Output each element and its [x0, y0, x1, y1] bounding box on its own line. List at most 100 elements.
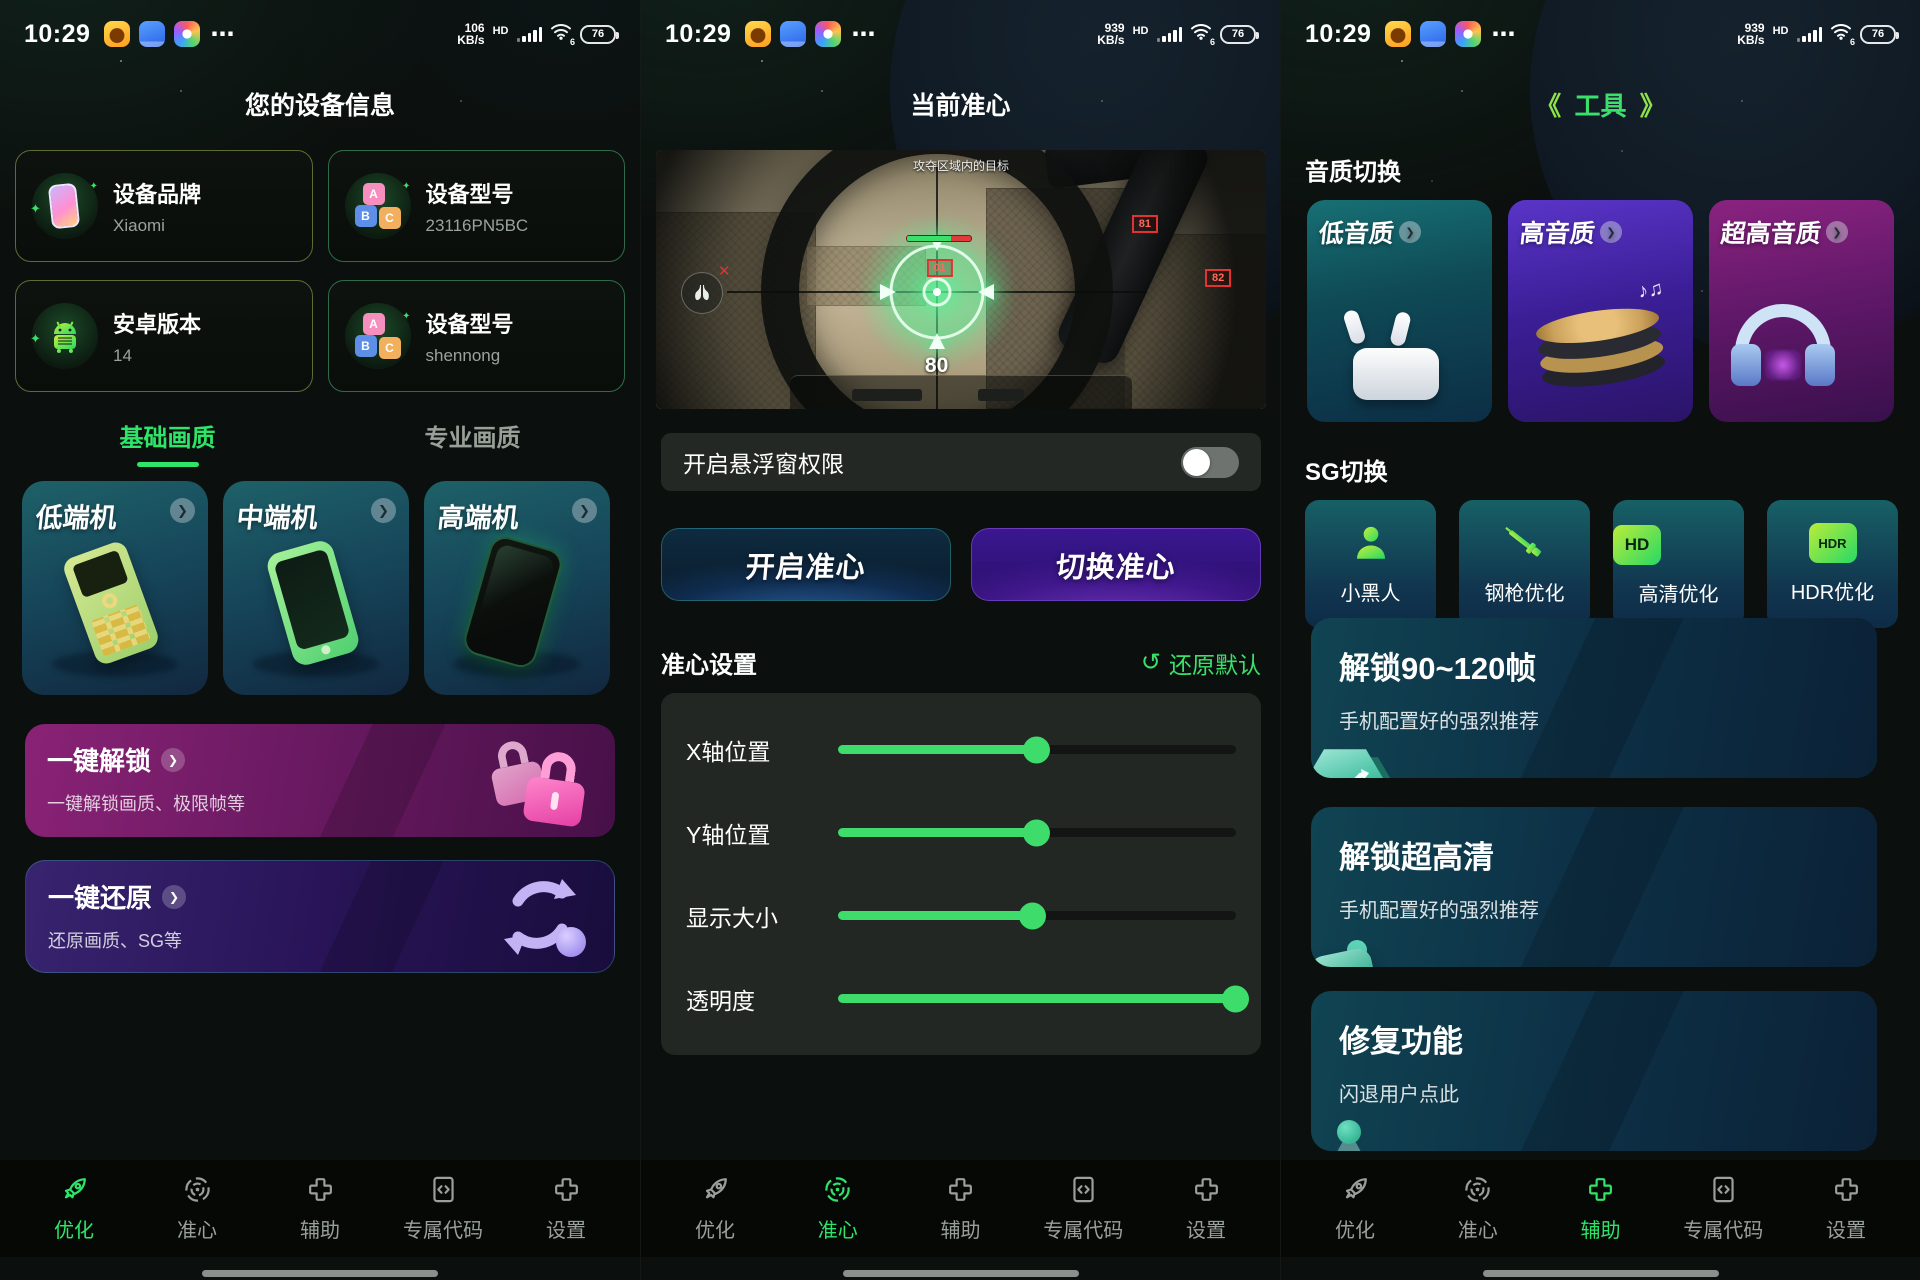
nav-exclusive-code[interactable]: 专属代码 [391, 1160, 495, 1257]
network-speed: 939 KB/s [1097, 22, 1124, 46]
unlock-fps-banner[interactable]: 解锁90~120帧 手机配置好的强烈推荐 [1311, 618, 1877, 778]
audio-section-title: 音质切换 [1305, 152, 1401, 187]
display-size-slider[interactable] [838, 911, 1236, 920]
nav-settings[interactable]: 设置 [1794, 1160, 1898, 1257]
tile-hdr-optimize[interactable]: HDR HDR优化 [1767, 500, 1898, 628]
device-brand-card: ✦ ✦ 设备品牌 Xiaomi [15, 150, 313, 262]
crosshair-preview-image: 攻夺区域内的目标 01 81 82 80 ✕ [656, 150, 1266, 409]
settings-cross-icon [1191, 1174, 1222, 1205]
unlock-uhd-banner[interactable]: 解锁超高清 手机配置好的强烈推荐 [1311, 807, 1877, 967]
tab-basic-quality[interactable]: 基础画质 [15, 418, 320, 467]
nav-settings[interactable]: 设置 [1154, 1160, 1258, 1257]
battery-indicator: 76 [1860, 25, 1896, 44]
battery-indicator: 76 [1220, 25, 1256, 44]
tile-rifle-optimize[interactable]: 钢枪优化 [1459, 500, 1590, 628]
flagship-phone-art [461, 533, 566, 671]
more-notifications-icon: ⋯ [210, 20, 235, 49]
status-bar: 10:29 ⋯ 939 KB/s HD 6 76 [1281, 12, 1920, 56]
device-codename-card: A B C ✦ 设备型号 shennong [328, 280, 626, 392]
wifi-icon: 6 [1830, 23, 1852, 45]
signal-bars-icon [517, 26, 543, 42]
tier-card-low[interactable]: 低端机 ❯ [22, 481, 208, 695]
left-bracket-icon: 《 [1535, 91, 1561, 121]
restore-default-button[interactable]: ↺ 还原默认 [1141, 646, 1261, 680]
audio-quality-cards: 低音质 ❯ 高音质 ❯ ♪♫ 超高音质 [1307, 200, 1894, 422]
one-key-unlock-banner[interactable]: 一键解锁 ❯ 一键解锁画质、极限帧等 [25, 724, 615, 837]
repair-banner[interactable]: 修复功能 闪退用户点此 [1311, 991, 1877, 1151]
blue-app-icon [780, 21, 806, 47]
enemy-healthbar [906, 235, 972, 242]
screen-tools: 10:29 ⋯ 939 KB/s HD 6 76 [1280, 0, 1920, 1280]
tile-black-figure[interactable]: 小黑人 [1305, 500, 1436, 628]
nav-exclusive-code[interactable]: 专属代码 [1031, 1160, 1135, 1257]
refresh-arrows-icon [492, 871, 588, 963]
chevron-right-icon: ❯ [1399, 221, 1421, 243]
nav-settings[interactable]: 设置 [514, 1160, 618, 1257]
car-app-icon [745, 21, 771, 47]
device-info-grid: ✦ ✦ 设备品牌 Xiaomi A B C ✦ [15, 150, 625, 392]
nav-exclusive-code[interactable]: 专属代码 [1671, 1160, 1775, 1257]
sg-tiles: 小黑人 钢枪优化 HD 高清优化 HDR HDR优化 [1305, 500, 1898, 628]
hd-volte-icon: HD [493, 25, 509, 37]
home-indicator[interactable] [202, 1270, 438, 1277]
float-permission-toggle[interactable] [1181, 447, 1239, 478]
sg-section-title: SG切换 [1305, 452, 1388, 487]
home-indicator[interactable] [1483, 1270, 1719, 1277]
audio-card-ultra[interactable]: 超高音质 ❯ [1709, 200, 1894, 422]
hd-volte-icon: HD [1133, 25, 1149, 37]
wifi6-label: 6 [570, 37, 575, 47]
audio-card-low[interactable]: 低音质 ❯ [1307, 200, 1492, 422]
nav-optimize[interactable]: 优化 [663, 1160, 767, 1257]
screen-crosshair: 10:29 ⋯ 939 KB/s HD 6 76 当前 [640, 0, 1280, 1280]
nav-optimize[interactable]: 优化 [1303, 1160, 1407, 1257]
opacity-slider[interactable] [838, 994, 1236, 1003]
enable-crosshair-button[interactable]: 开启准心 [661, 528, 951, 601]
game-hud-bar [790, 375, 1132, 409]
switch-crosshair-button[interactable]: 切换准心 [971, 528, 1261, 601]
status-bar: 10:29 ⋯ 106 KB/s HD 6 76 [0, 12, 640, 56]
nav-crosshair[interactable]: 准心 [145, 1160, 249, 1257]
sparkle-icon: ✦ [30, 201, 41, 217]
settings-cross-icon [1831, 1174, 1862, 1205]
chevron-right-icon: ❯ [161, 748, 185, 772]
nav-assist[interactable]: 辅助 [909, 1160, 1013, 1257]
x-position-slider[interactable] [838, 745, 1236, 754]
audio-card-high[interactable]: 高音质 ❯ ♪♫ [1508, 200, 1693, 422]
wifi6-label: 6 [1210, 37, 1215, 47]
nav-assist[interactable]: 辅助 [1549, 1160, 1653, 1257]
rocket-icon [1340, 1174, 1371, 1205]
enemy-marker: 01 [927, 259, 953, 277]
tile-hd-optimize[interactable]: HD 高清优化 [1613, 500, 1744, 628]
chevron-right-icon: ❯ [1826, 221, 1848, 243]
nav-assist[interactable]: 辅助 [268, 1160, 372, 1257]
slider-row-y: Y轴位置 [661, 791, 1261, 874]
speed-unit: KB/s [1737, 34, 1764, 46]
nav-crosshair[interactable]: 准心 [786, 1160, 890, 1257]
bottom-nav: 优化 准心 辅助 专属代码 设置 [641, 1160, 1280, 1257]
tier-card-mid[interactable]: 中端机 ❯ [223, 481, 409, 695]
notification-icons [745, 21, 841, 47]
device-tier-cards: 低端机 ❯ 中端机 ❯ 高端机 ❯ [22, 481, 610, 695]
hexagon-trend-icon [1311, 747, 1395, 778]
tier-card-high[interactable]: 高端机 ❯ [424, 481, 610, 695]
device-card-value: shennong [426, 346, 514, 366]
sparkle-icon: ✦ [90, 181, 98, 192]
nav-crosshair[interactable]: 准心 [1426, 1160, 1530, 1257]
swirl-app-icon [815, 21, 841, 47]
blue-app-icon [139, 21, 165, 47]
tab-pro-quality[interactable]: 专业画质 [320, 418, 625, 467]
code-doc-icon [428, 1174, 459, 1205]
crosshair-icon [1462, 1174, 1493, 1205]
home-indicator[interactable] [843, 1270, 1079, 1277]
status-bar: 10:29 ⋯ 939 KB/s HD 6 76 [641, 12, 1280, 56]
one-key-restore-banner[interactable]: 一键还原 ❯ 还原画质、SG等 [25, 860, 615, 973]
page-title: 您的设备信息 [0, 86, 640, 122]
y-position-slider[interactable] [838, 828, 1236, 837]
page-title: 当前准心 [641, 86, 1280, 122]
device-card-label: 设备型号 [426, 307, 514, 339]
signal-bars-icon [1797, 26, 1823, 42]
car-app-icon [104, 21, 130, 47]
rocket-icon [700, 1174, 731, 1205]
assist-cross-icon [305, 1174, 336, 1205]
nav-optimize[interactable]: 优化 [22, 1160, 126, 1257]
